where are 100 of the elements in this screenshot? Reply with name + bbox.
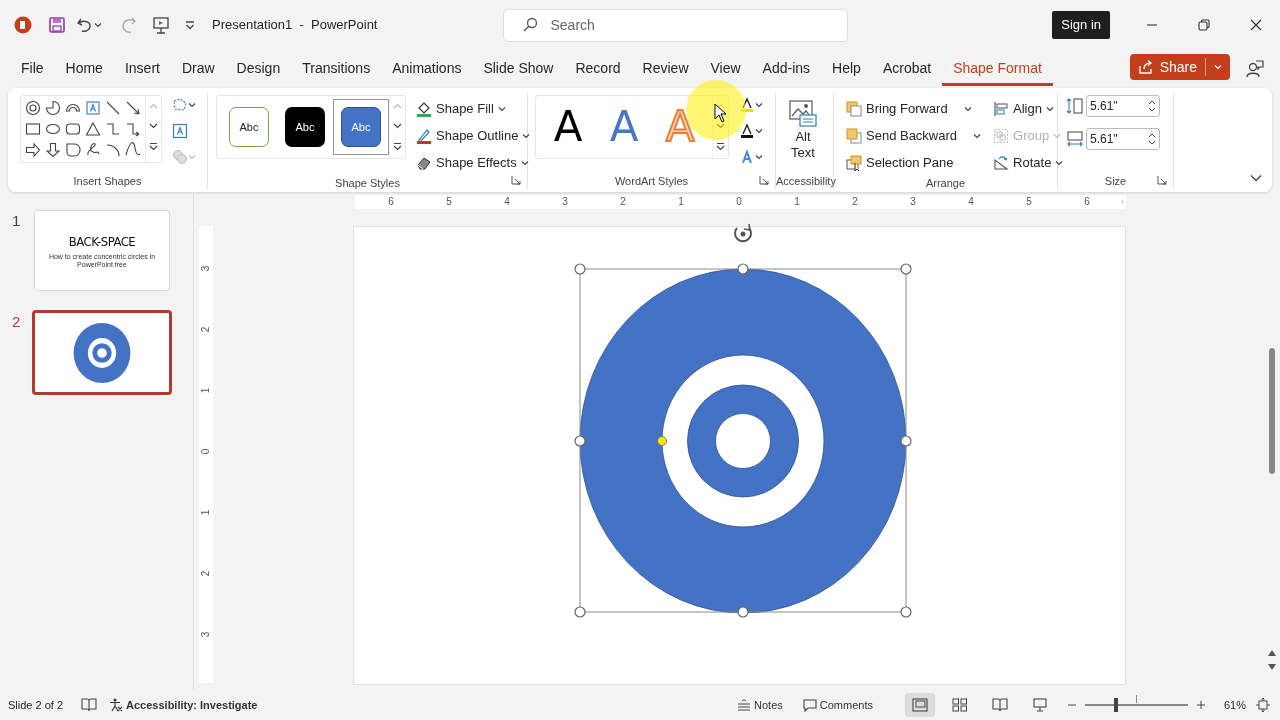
- ruler-number: 0: [199, 448, 213, 455]
- coauthor-button[interactable]: [1244, 58, 1266, 80]
- resize-handle[interactable]: [574, 435, 586, 447]
- wordart-style[interactable]: A: [596, 98, 652, 156]
- shape-option[interactable]: [43, 140, 63, 160]
- resize-handle[interactable]: [737, 606, 749, 618]
- arrange-command[interactable]: Bring Forward: [844, 95, 984, 122]
- ribbon-tab[interactable]: Acrobat: [871, 59, 943, 86]
- arrange-command[interactable]: Align: [991, 95, 1066, 122]
- ribbon-tab[interactable]: Design: [225, 59, 292, 86]
- collapse-ribbon-button[interactable]: [1248, 172, 1264, 184]
- slider-thumb[interactable]: [1113, 698, 1118, 712]
- start-slideshow-button[interactable]: [150, 14, 172, 36]
- comments-button[interactable]: Comments: [800, 696, 875, 714]
- slide-title: BACK-SPACE: [68, 232, 136, 251]
- style-preset[interactable]: Abc: [285, 107, 325, 147]
- shape-icon: [25, 100, 41, 116]
- fit-icon: [1256, 698, 1270, 712]
- resize-handle[interactable]: [900, 606, 912, 618]
- search-box[interactable]: Search: [503, 8, 849, 42]
- fit-slide-button[interactable]: [1254, 696, 1272, 714]
- shape-option[interactable]: [23, 98, 43, 118]
- ribbon-tab[interactable]: Slide Show: [472, 59, 565, 86]
- shape-format-command[interactable]: Shape Effects: [414, 149, 533, 176]
- share-button[interactable]: Share: [1129, 54, 1230, 80]
- slide-thumbnail[interactable]: [32, 310, 172, 395]
- caret-icon: [1055, 159, 1064, 166]
- scroll-down-icon[interactable]: [1267, 662, 1277, 672]
- caret-icon: [973, 132, 982, 139]
- width-field[interactable]: 5.61": [1090, 130, 1148, 148]
- arrange-command[interactable]: Send Backward: [844, 122, 984, 149]
- height-field[interactable]: 5.61": [1090, 97, 1148, 115]
- ribbon-tab[interactable]: Home: [54, 59, 114, 86]
- style-preset[interactable]: Abc: [341, 107, 381, 147]
- spinner-icon: [1148, 99, 1156, 113]
- save-button[interactable]: [46, 14, 68, 36]
- style-preset[interactable]: Abc: [229, 107, 269, 147]
- ribbon-tab[interactable]: Add-ins: [751, 59, 822, 86]
- redo-icon: [120, 16, 138, 34]
- selected-rings-shape[interactable]: [579, 268, 907, 614]
- zoom-level: 61%: [1223, 697, 1246, 713]
- group-label: WordArt Styles: [613, 174, 690, 189]
- arrange-icon: [993, 154, 1010, 171]
- chevron-down-icon: [1250, 174, 1262, 182]
- shape-format-command[interactable]: Shape Outline: [414, 122, 533, 149]
- shape-option[interactable]: [63, 140, 83, 160]
- alt-text-button[interactable]: Alt Text: [776, 95, 830, 165]
- dialog-launcher-button[interactable]: [1155, 173, 1169, 187]
- picture-text-icon: [788, 99, 818, 129]
- person-icon: [1246, 60, 1264, 78]
- dialog-launcher-button[interactable]: [509, 173, 523, 187]
- arrange-icon: [993, 100, 1010, 117]
- chevron-down-icon: [393, 123, 402, 129]
- search-field[interactable]: Search: [548, 9, 848, 41]
- scroll-up-icon[interactable]: [1267, 648, 1277, 658]
- comment-icon: [802, 698, 817, 712]
- scrollbar-thumb[interactable]: [1269, 348, 1275, 474]
- accessibility-button[interactable]: Accessibility: Investigate: [107, 696, 260, 714]
- notes-icon: [737, 699, 752, 711]
- dialog-launcher-button[interactable]: [757, 173, 771, 187]
- text-fill-icon: [739, 97, 755, 113]
- save-icon: [48, 16, 66, 34]
- resize-handle[interactable]: [900, 263, 912, 275]
- resize-handle[interactable]: [574, 263, 586, 275]
- height-box[interactable]: 5.61": [1086, 95, 1160, 117]
- shape-option[interactable]: [43, 98, 63, 118]
- shape-format-command[interactable]: Shape Fill: [414, 95, 533, 122]
- shape-option[interactable]: [23, 140, 43, 160]
- ribbon-tab[interactable]: Record: [564, 59, 632, 86]
- shape-icon: [25, 142, 41, 158]
- ribbon-tab[interactable]: Draw: [170, 59, 226, 86]
- shape-icon: [45, 121, 61, 137]
- ribbon-tab[interactable]: Help: [821, 59, 872, 86]
- chevron-up-icon: [393, 103, 402, 109]
- arrange-command[interactable]: Selection Pane: [844, 149, 984, 176]
- shape-icon: [125, 100, 141, 116]
- more-icon: [716, 141, 725, 151]
- group-label: Arrange: [924, 176, 967, 191]
- arrange-command[interactable]: Rotate: [991, 149, 1066, 176]
- book-icon: [81, 698, 98, 712]
- ribbon-tab[interactable]: Transitions: [291, 59, 382, 86]
- caret-icon: [755, 128, 763, 134]
- rotate-handle-icon[interactable]: [734, 223, 752, 243]
- wordart-style[interactable]: A: [540, 98, 596, 156]
- width-box[interactable]: 5.61": [1086, 128, 1160, 150]
- notes-button[interactable]: Notes: [735, 697, 785, 713]
- spelling-button[interactable]: [79, 696, 100, 714]
- slide-indicator: Slide 2 of 2: [8, 697, 64, 713]
- format-icon: [416, 100, 432, 117]
- ribbon-tab[interactable]: File: [10, 59, 55, 86]
- resize-handle[interactable]: [574, 606, 586, 618]
- ribbon-tab[interactable]: Animations: [381, 59, 473, 86]
- resize-handle[interactable]: [900, 435, 912, 447]
- sign-in-button[interactable]: Sign in: [1052, 11, 1110, 39]
- resize-handle[interactable]: [737, 263, 749, 275]
- ribbon-tab[interactable]: View: [699, 59, 752, 86]
- ribbon-tab[interactable]: Insert: [113, 59, 171, 86]
- chevron-down-icon: [716, 123, 725, 129]
- adjustment-handle[interactable]: [657, 436, 667, 446]
- ribbon-tab[interactable]: Review: [631, 59, 700, 86]
